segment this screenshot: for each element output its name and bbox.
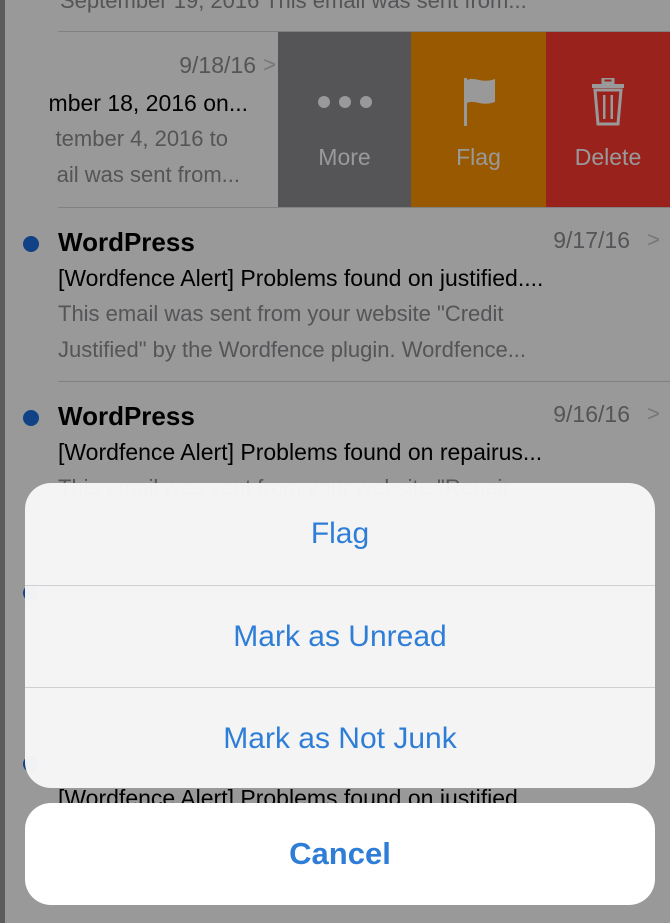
cancel-button[interactable]: Cancel xyxy=(25,803,655,905)
action-sheet: Flag Mark as Unread Mark as Not Junk xyxy=(25,483,655,788)
flag-option-button[interactable]: Flag xyxy=(25,483,655,585)
mark-as-unread-button[interactable]: Mark as Unread xyxy=(25,586,655,688)
mark-as-not-junk-button[interactable]: Mark as Not Junk xyxy=(25,688,655,788)
